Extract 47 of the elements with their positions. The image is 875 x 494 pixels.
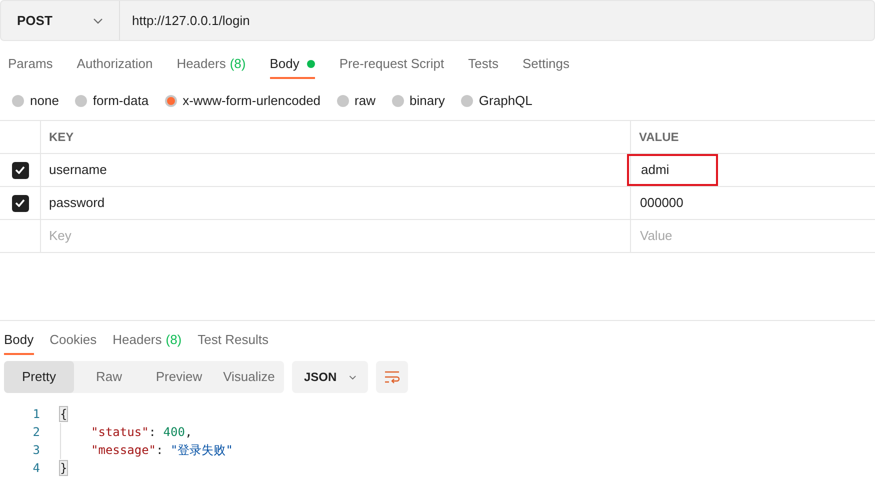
view-mode-tab[interactable]: Raw [74,361,144,393]
checkmark-icon [15,199,25,207]
request-tab[interactable]: Pre-request Script [339,50,444,78]
code-line: "message": "登录失败" [60,441,875,459]
radio-button[interactable] [336,95,349,107]
request-tab[interactable]: Headers (8) [176,50,246,78]
response-tab[interactable]: Cookies [50,327,97,355]
code-line: "status": 400, [60,423,875,441]
value-cell[interactable]: admi [627,154,718,186]
checkmark-icon [15,166,25,174]
request-tab[interactable]: Settings [522,50,570,78]
line-number: 2 [32,424,41,441]
radio-button[interactable] [392,95,404,107]
response-tab[interactable]: Test Results [198,327,268,355]
key-cell[interactable]: password [49,193,105,213]
chevron-down-icon [348,374,356,380]
wrap-lines-button[interactable] [376,361,408,393]
radio-option[interactable]: x-www-form-urlencoded [164,91,321,111]
radio-option[interactable]: GraphQL [460,91,532,111]
line-number: 4 [32,460,41,477]
request-tab[interactable]: Tests [468,50,498,78]
radio-option[interactable]: none [12,91,59,111]
view-mode-tab[interactable]: Visualize [214,361,284,393]
wrap-lines-icon [384,370,400,384]
radio-button[interactable] [12,95,24,107]
request-tab[interactable]: Params [8,50,53,78]
view-mode-tab[interactable]: Pretty [4,361,74,393]
request-tab[interactable]: Authorization [76,50,153,78]
line-number: 1 [32,406,41,423]
radio-option[interactable]: binary [392,91,445,111]
radio-option[interactable]: form-data [74,91,149,111]
format-dropdown[interactable]: JSON [292,361,368,393]
column-header: VALUE [639,129,679,146]
radio-button[interactable] [460,95,473,107]
column-header: KEY [49,129,74,146]
response-tab[interactable]: Headers (8) [112,327,182,355]
checkbox[interactable] [12,162,28,178]
request-tab[interactable]: Body [270,50,316,78]
checkbox[interactable] [12,194,28,212]
key-cell[interactable]: username [49,160,107,180]
radio-button[interactable] [164,95,177,107]
line-number: 3 [32,442,41,459]
response-tab[interactable]: Body [4,327,34,355]
radio-button[interactable] [74,95,87,107]
value-cell[interactable]: 000000 [631,193,692,213]
radio-option[interactable]: raw [336,91,376,111]
view-mode-tab[interactable]: Preview [144,361,214,393]
